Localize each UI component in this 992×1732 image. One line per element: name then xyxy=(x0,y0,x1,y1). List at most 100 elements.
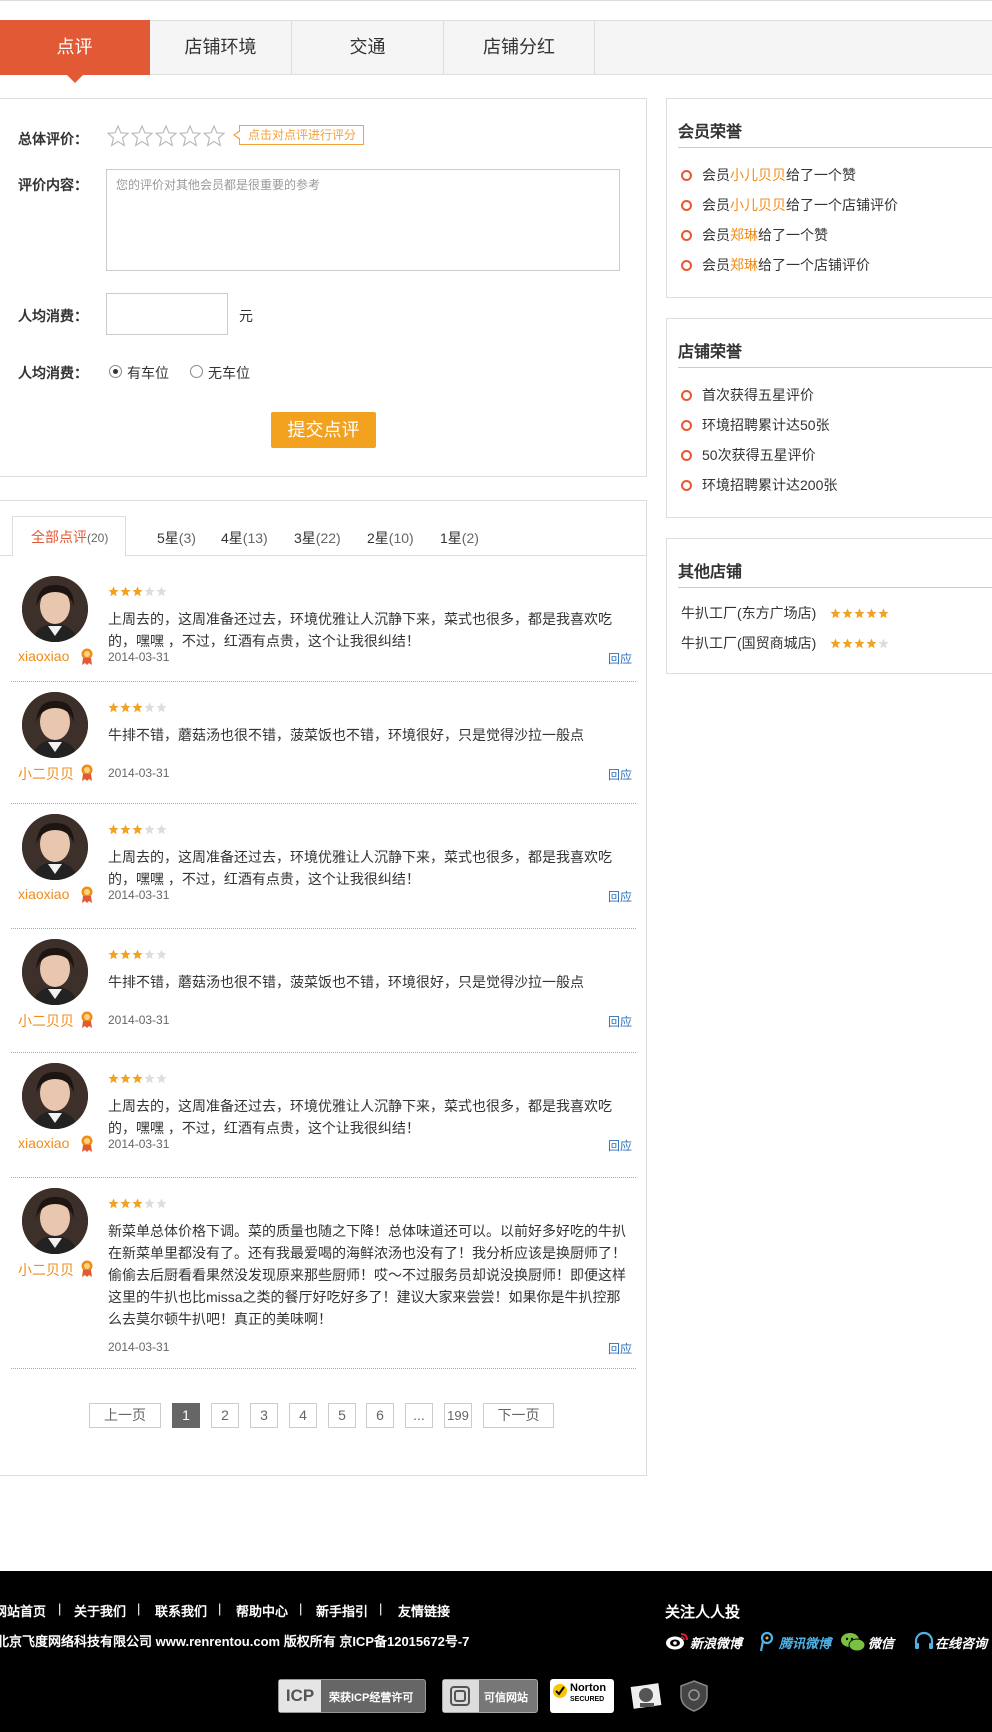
reply-link[interactable]: 回应 xyxy=(608,1013,632,1030)
weibo-icon[interactable] xyxy=(665,1631,689,1651)
police-badge-icon[interactable] xyxy=(628,1679,668,1713)
username-link[interactable]: 小二贝贝 xyxy=(18,1260,74,1280)
medal-icon xyxy=(81,1135,93,1152)
star-icon[interactable] xyxy=(179,125,201,147)
credible-site-badge[interactable]: 可信网站 xyxy=(442,1679,538,1713)
tab-shop-environment[interactable]: 店铺环境 xyxy=(150,20,292,75)
headset-icon[interactable] xyxy=(913,1631,935,1653)
shop-honor-item: 环境招聘累计达50张 xyxy=(681,415,830,435)
user-avatar[interactable] xyxy=(22,692,88,758)
user-avatar[interactable] xyxy=(22,939,88,1005)
filter-5-star[interactable]: 5星(3) xyxy=(157,528,196,548)
username-link[interactable]: xiaoxiao xyxy=(18,1135,69,1151)
reply-link[interactable]: 回应 xyxy=(608,1340,632,1357)
rating-hint: 点击对点评进行评分 xyxy=(232,125,365,145)
page-button[interactable]: 4 xyxy=(289,1403,317,1428)
tencent-weibo-icon[interactable] xyxy=(758,1630,780,1652)
username-link[interactable]: 小二贝贝 xyxy=(18,1011,74,1031)
member-name-link[interactable]: 郑琳 xyxy=(730,227,758,243)
shop-name-link[interactable]: 牛扒工厂(东方广场店) xyxy=(681,605,816,621)
shop-rating-stars xyxy=(830,638,889,649)
weibo-link[interactable]: 新浪微博 xyxy=(690,1633,742,1652)
member-name-link[interactable]: 小儿贝贝 xyxy=(730,197,786,213)
tab-reviews[interactable]: 点评 xyxy=(0,20,150,83)
other-shop-item[interactable]: 牛扒工厂(东方广场店) xyxy=(681,603,890,623)
review-text: 上周去的，这周准备还过去，环境优雅让人沉静下来，菜式也很多，都是我喜欢吃的，嘿嘿… xyxy=(108,1098,612,1136)
other-shops-title: 其他店铺 xyxy=(678,564,743,581)
next-page-button[interactable]: 下一页 xyxy=(483,1403,554,1428)
username-link[interactable]: 小二贝贝 xyxy=(18,764,74,784)
bullet-icon xyxy=(681,230,692,241)
wechat-link[interactable]: 微信 xyxy=(868,1633,894,1652)
user-avatar[interactable] xyxy=(22,814,88,880)
shop-honor-panel: 店铺荣誉 首次获得五星评价 环境招聘累计达50张 50次获得五星评价 环境招聘累… xyxy=(666,318,992,518)
online-consult-link[interactable]: 在线咨询 xyxy=(935,1633,987,1652)
footer-link[interactable]: 友情链接 xyxy=(398,1601,450,1620)
member-name-link[interactable]: 小儿贝贝 xyxy=(730,167,786,183)
star-icon[interactable] xyxy=(155,125,177,147)
icp-badge[interactable]: ICP 荣获ICP经营许可 xyxy=(278,1679,426,1713)
reply-link[interactable]: 回应 xyxy=(608,1137,632,1154)
parking-no-label[interactable]: 无车位 xyxy=(208,363,250,383)
item-text: 环境招聘累计达50张 xyxy=(702,417,830,433)
page-button[interactable]: 6 xyxy=(366,1403,394,1428)
footer-link[interactable]: 网站首页 xyxy=(0,1601,46,1620)
filter-1-star[interactable]: 1星(2) xyxy=(440,528,479,548)
username-link[interactable]: xiaoxiao xyxy=(18,648,69,664)
filter-count: (22) xyxy=(315,530,341,546)
reply-link[interactable]: 回应 xyxy=(608,650,632,667)
bullet-icon xyxy=(681,420,692,431)
tab-shop-dividend[interactable]: 店铺分红 xyxy=(444,20,595,75)
tab-transport[interactable]: 交通 xyxy=(292,20,444,75)
reply-link[interactable]: 回应 xyxy=(608,766,632,783)
other-shop-item[interactable]: 牛扒工厂(国贸商城店) xyxy=(681,633,890,653)
username-link[interactable]: xiaoxiao xyxy=(18,886,69,902)
user-avatar[interactable] xyxy=(22,1063,88,1129)
member-name-link[interactable]: 郑琳 xyxy=(730,257,758,273)
prev-page-button[interactable]: 上一页 xyxy=(89,1403,161,1428)
wechat-icon[interactable] xyxy=(840,1632,866,1652)
star-icon[interactable] xyxy=(131,125,153,147)
tencent-weibo-link[interactable]: 腾讯微博 xyxy=(779,1633,831,1652)
review-content-input[interactable] xyxy=(106,169,620,271)
filter-all[interactable]: 全部点评(20) xyxy=(31,527,108,547)
filter-3-star[interactable]: 3星(22) xyxy=(294,528,341,548)
star-icon[interactable] xyxy=(203,125,225,147)
reply-link[interactable]: 回应 xyxy=(608,888,632,905)
review-form-panel: 总体评价： 点击对点评进行评分 评价内容： 人均消费： 元 人均消费： 有车位 … xyxy=(0,98,647,477)
parking-yes-label[interactable]: 有车位 xyxy=(127,363,169,383)
parking-no-radio[interactable] xyxy=(190,365,203,378)
footer-link[interactable]: 帮助中心 xyxy=(236,1601,288,1620)
page-button[interactable]: 3 xyxy=(250,1403,278,1428)
page-button[interactable]: 5 xyxy=(328,1403,356,1428)
shop-name-link[interactable]: 牛扒工厂(国贸商城店) xyxy=(681,635,816,651)
review-date: 2014-03-31 xyxy=(108,1013,170,1027)
overall-rating-label: 总体评价： xyxy=(18,131,88,147)
review-date: 2014-03-31 xyxy=(108,1137,170,1151)
footer-link[interactable]: 新手指引 xyxy=(316,1601,368,1620)
rating-stars[interactable] xyxy=(107,125,227,147)
filter-4-star[interactable]: 4星(13) xyxy=(221,528,268,548)
footer: 网站首页 | 关于我们 | 联系我们 | 帮助中心 | 新手指引 | 友情链接 北京飞度网络科技有限… xyxy=(0,1571,992,1732)
page-button[interactable]: 2 xyxy=(211,1403,239,1428)
item-text: 50次获得五星评价 xyxy=(702,447,816,463)
submit-review-button[interactable]: 提交点评 xyxy=(271,412,376,448)
parking-yes-radio[interactable] xyxy=(109,365,122,378)
shield-badge-icon[interactable] xyxy=(678,1679,710,1713)
filter-2-star[interactable]: 2星(10) xyxy=(367,528,414,548)
item-text: 会员 xyxy=(702,227,730,243)
page-button[interactable]: 1 xyxy=(172,1403,200,1428)
footer-link[interactable]: 关于我们 xyxy=(74,1601,126,1620)
star-icon[interactable] xyxy=(107,125,129,147)
divider xyxy=(678,587,992,588)
filter-label: 4星 xyxy=(221,530,243,546)
item-text: 首次获得五星评价 xyxy=(702,387,814,403)
spend-input[interactable] xyxy=(106,293,228,335)
user-avatar[interactable] xyxy=(22,1188,88,1254)
user-avatar[interactable] xyxy=(22,576,88,642)
norton-badge[interactable]: Norton SECURED xyxy=(550,1679,614,1713)
page-button-last[interactable]: 199 xyxy=(444,1403,472,1428)
footer-link[interactable]: 联系我们 xyxy=(155,1601,207,1620)
member-honor-item: 会员郑琳给了一个店铺评价 xyxy=(681,255,870,275)
review-rating-stars xyxy=(108,824,167,835)
